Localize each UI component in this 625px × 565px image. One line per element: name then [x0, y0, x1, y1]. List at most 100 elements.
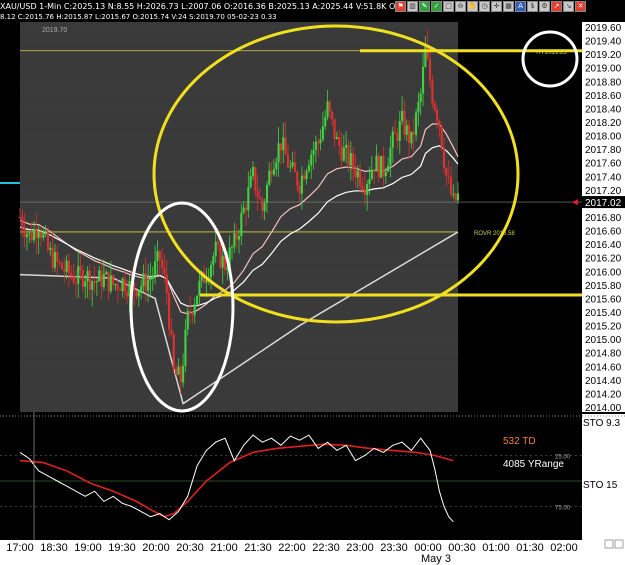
candle-bear	[172, 334, 175, 369]
candle-bear	[303, 175, 306, 180]
candle-bear	[46, 232, 50, 250]
candle-bear	[163, 267, 166, 275]
candle-bull	[142, 273, 145, 287]
candle-bull	[154, 261, 157, 275]
time-tick-label: 17:00	[6, 542, 34, 554]
candle-bear	[296, 171, 299, 186]
candle-bear	[158, 251, 161, 260]
candle-bull	[324, 116, 327, 127]
time-tick-label: 20:00	[142, 542, 170, 554]
price-tick-label: 2014.20	[585, 389, 622, 400]
time-tick-label: 01:00	[482, 542, 510, 554]
time-tick-label: 21:30	[244, 542, 272, 554]
candle-bull	[387, 165, 390, 172]
price-tick-label: 2017.60	[585, 159, 622, 170]
candle-bull	[233, 233, 236, 248]
candle-bear	[107, 271, 110, 292]
candle-bull	[77, 266, 80, 284]
candle-bear	[144, 273, 147, 291]
td-label: 532 TD	[503, 436, 536, 447]
top-price-label: 2019.70	[42, 27, 67, 34]
candle-bull	[342, 147, 345, 161]
candle-bull	[319, 139, 322, 144]
time-tick-label: 19:00	[74, 542, 102, 554]
candle-bear	[63, 269, 66, 272]
candle-bear	[79, 266, 82, 271]
candle-bull	[37, 232, 40, 238]
candle-bull	[389, 147, 392, 166]
price-tick-label: 2016.80	[585, 213, 622, 224]
candle-bull	[149, 279, 152, 281]
scroll-box-icon	[614, 539, 624, 549]
candle-bull	[186, 310, 189, 330]
candle-bear	[21, 217, 24, 229]
candle-bear	[254, 167, 257, 191]
candle-bull	[268, 170, 271, 185]
candle-bear	[442, 147, 446, 168]
candle-bull	[221, 255, 224, 268]
candle-bull	[265, 184, 269, 203]
candle-bull	[212, 256, 215, 265]
time-tick-label: 19:30	[108, 542, 136, 554]
candle-bull	[375, 155, 378, 172]
candle-bear	[60, 262, 63, 270]
candle-bull	[310, 154, 313, 166]
price-tick-label: 2019.40	[585, 37, 622, 48]
candle-bear	[340, 145, 343, 161]
price-tick-label: 2015.60	[585, 294, 622, 305]
price-tick-label: 2018.60	[585, 91, 622, 102]
price-tick-label: 2015.40	[585, 308, 622, 319]
candle-bear	[116, 284, 119, 290]
candle-bull	[44, 232, 47, 234]
candle-bear	[361, 185, 364, 190]
candle-bear	[67, 260, 70, 274]
candle-bull	[277, 143, 280, 163]
candle-bear	[435, 110, 439, 121]
candle-bear	[161, 259, 164, 268]
price-tick-label: 2018.80	[585, 77, 622, 88]
candle-bear	[394, 131, 397, 134]
candle-bull	[151, 274, 154, 280]
candle-bull	[370, 170, 373, 180]
candle-bull	[156, 251, 159, 262]
stoch-axis-label: STO 9.3	[583, 418, 620, 429]
price-tick-label: 2015.20	[585, 322, 622, 333]
candle-bull	[398, 120, 401, 141]
price-tick-label: 2016.20	[585, 254, 622, 265]
time-tick-label: 01:30	[516, 542, 544, 554]
candle-bear	[56, 251, 59, 263]
candle-bear	[168, 292, 171, 330]
candle-bull	[95, 281, 98, 283]
candle-bear	[179, 366, 182, 383]
time-tick-label: 22:30	[312, 542, 340, 554]
candle-bear	[382, 155, 385, 176]
candle-bull	[305, 171, 308, 180]
candle-bull	[422, 66, 425, 94]
candle-bear	[408, 125, 411, 144]
candle-bear	[81, 270, 84, 287]
price-tick-label: 2016.60	[585, 227, 622, 238]
candle-bear	[338, 137, 341, 146]
price-tick-label: 2019.60	[585, 23, 622, 34]
candle-bear	[352, 153, 355, 169]
candle-bull	[368, 179, 371, 184]
candle-bull	[114, 284, 117, 286]
candle-bear	[35, 229, 38, 238]
candle-bull	[314, 141, 317, 151]
candle-bear	[363, 189, 366, 195]
price-tick-label: 2015.80	[585, 281, 622, 292]
candle-bull	[230, 247, 234, 249]
candle-bull	[198, 280, 201, 296]
candle-bear	[403, 110, 406, 135]
candle-bull	[263, 202, 266, 212]
current-price-label: 2017.02	[585, 198, 622, 209]
candle-bull	[312, 150, 315, 155]
candle-bull	[401, 110, 404, 121]
candle-bear	[170, 329, 173, 335]
candle-bull	[289, 166, 292, 168]
candle-bear	[261, 199, 264, 212]
candle-bull	[452, 193, 455, 195]
candle-bull	[193, 304, 196, 316]
candle-bear	[333, 119, 336, 140]
candle-bear	[112, 275, 115, 285]
